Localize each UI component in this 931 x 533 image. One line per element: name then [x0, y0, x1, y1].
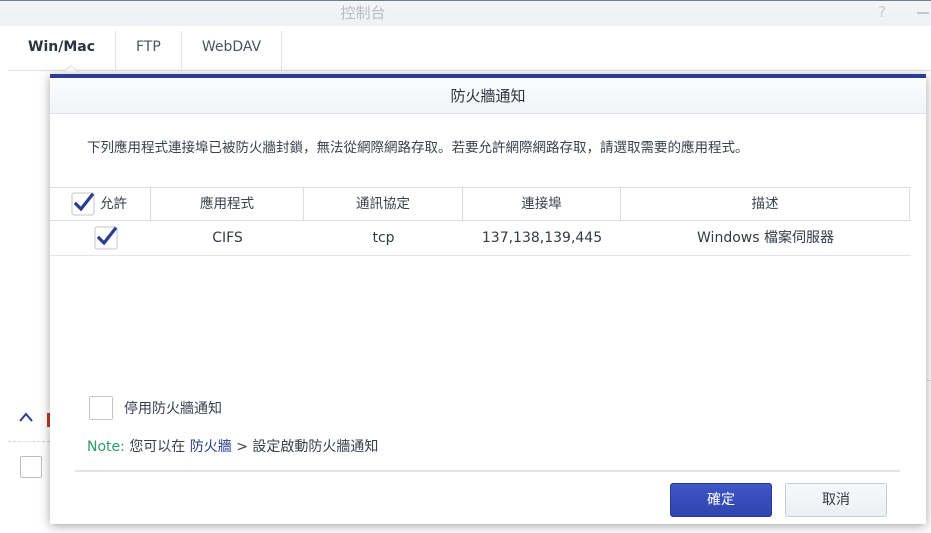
- column-allow: 允許: [50, 188, 151, 220]
- background-tab-bar: Win/Mac FTP WebDAV: [8, 31, 931, 72]
- help-icon[interactable]: ?: [878, 3, 886, 21]
- cell-description: Windows 檔案伺服器: [697, 230, 834, 246]
- cancel-button[interactable]: 取消: [785, 483, 887, 517]
- tab-label: WebDAV: [201, 39, 262, 55]
- application-ports-table: 允許 應用程式 通訊協定 連接埠 描述 CIFS tcp 137,138,139…: [50, 187, 911, 256]
- cell-application: CIFS: [212, 230, 243, 246]
- note-key: Note:: [87, 439, 125, 455]
- cell-protocol: tcp: [372, 230, 395, 246]
- disable-notification-option[interactable]: 停用防火牆通知: [89, 396, 222, 420]
- footer-divider: [75, 470, 900, 472]
- tab-win-mac[interactable]: Win/Mac: [8, 31, 116, 72]
- tab-ftp[interactable]: FTP: [116, 31, 182, 71]
- chevron-up-icon[interactable]: [18, 410, 34, 424]
- minimize-icon[interactable]: [917, 12, 929, 14]
- note-prefix: 您可以在: [129, 439, 186, 455]
- column-application[interactable]: 應用程式: [151, 188, 304, 220]
- checkbox-checked-icon: [94, 226, 118, 250]
- column-label: 允許: [100, 195, 127, 212]
- note-text: Note: 您可以在 防火牆 > 設定啟動防火牆通知: [87, 436, 378, 456]
- background-window-title: 控制台: [340, 4, 386, 22]
- dialog-description: 下列應用程式連接埠已被防火牆封鎖，無法從網際網路存取。若要允許網際網路存取，請選…: [87, 140, 749, 156]
- cell-ports: 137,138,139,445: [481, 230, 603, 246]
- background-title-bar: 控制台 ?: [0, 0, 931, 26]
- select-all-checkbox[interactable]: [71, 192, 95, 216]
- tab-label: Win/Mac: [28, 39, 95, 55]
- dialog-title: 防火牆通知: [50, 78, 926, 114]
- active-tab-pointer: [63, 65, 79, 72]
- column-port[interactable]: 連接埠: [463, 188, 621, 220]
- firewall-notification-dialog: 防火牆通知 下列應用程式連接埠已被防火牆封鎖，無法從網際網路存取。若要允許網際網…: [50, 74, 926, 524]
- checkbox-checked-icon: [71, 192, 95, 216]
- background-divider: [8, 441, 50, 442]
- disable-notification-checkbox[interactable]: [89, 396, 113, 420]
- column-description[interactable]: 描述: [621, 188, 910, 220]
- tab-label: FTP: [136, 39, 161, 55]
- row-allow-cell: [50, 221, 151, 255]
- tab-webdav[interactable]: WebDAV: [182, 31, 283, 71]
- column-protocol[interactable]: 通訊協定: [304, 188, 463, 220]
- background-checkbox[interactable]: [20, 456, 42, 478]
- firewall-link[interactable]: 防火牆: [190, 439, 232, 455]
- allow-checkbox[interactable]: [94, 226, 118, 250]
- note-suffix: > 設定啟動防火牆通知: [236, 439, 379, 455]
- table-row[interactable]: CIFS tcp 137,138,139,445 Windows 檔案伺服器: [50, 221, 911, 256]
- ok-button[interactable]: 確定: [670, 483, 772, 517]
- table-header: 允許 應用程式 通訊協定 連接埠 描述: [50, 187, 911, 221]
- disable-notification-label: 停用防火牆通知: [124, 401, 222, 417]
